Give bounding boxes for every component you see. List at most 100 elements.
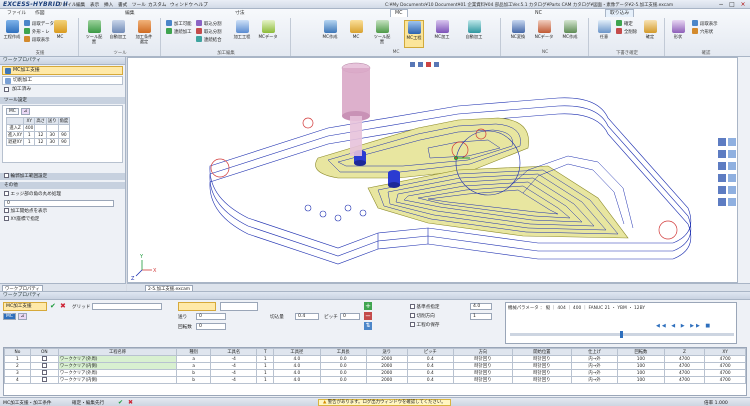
- view-cube-icon[interactable]: [728, 162, 736, 170]
- option-row[interactable]: 工程の保存: [410, 321, 439, 330]
- process-create-button[interactable]: 工程作成: [2, 20, 22, 39]
- status-check-icon[interactable]: ✔: [118, 399, 123, 406]
- view-cube-icon[interactable]: [718, 162, 726, 170]
- round-option[interactable]: エッジ部の角の丸め処理: [4, 191, 121, 199]
- feed-input[interactable]: 0: [196, 313, 226, 320]
- mc-data-button[interactable]: MCデータ: [258, 20, 278, 39]
- round-value-input[interactable]: 0: [4, 200, 114, 207]
- count2-input[interactable]: 1: [470, 313, 492, 320]
- view-icon-2[interactable]: [418, 62, 423, 67]
- view-cube-icon[interactable]: [718, 174, 726, 182]
- option-row[interactable]: 切削方向: [410, 312, 439, 321]
- table-row[interactable]: 2 ワーククリア(内側) a -4 1 4.0 0.0 2000 0.4 時計回り 時計回り 内→外 1…: [4, 362, 746, 370]
- status-cross-icon[interactable]: ✖: [128, 399, 133, 406]
- nc-output-button[interactable]: MC作成: [560, 20, 580, 39]
- machined-row[interactable]: 加工済み: [2, 86, 123, 95]
- option-row[interactable]: 基準点指定: [410, 303, 439, 312]
- check1-button[interactable]: 段取表示: [692, 20, 718, 27]
- mc-quick-button[interactable]: MC: [50, 20, 70, 39]
- row-checkbox[interactable]: [41, 370, 47, 375]
- mc-auto-button[interactable]: 自動加工: [464, 20, 484, 39]
- process2-button[interactable]: 加工工程: [232, 20, 252, 39]
- shape-check-button[interactable]: 形状: [668, 20, 688, 39]
- menu-edit[interactable]: 編集: [76, 2, 85, 8]
- tool-chip[interactable]: ⊿: [20, 108, 31, 115]
- mc-process-button[interactable]: MC工程: [404, 20, 424, 48]
- mc-create-button[interactable]: MC作成: [320, 20, 340, 39]
- import-split2-button[interactable]: 取込分割: [196, 28, 222, 35]
- round-checkbox[interactable]: [4, 191, 9, 196]
- tab-import[interactable]: 取り込み: [605, 9, 635, 17]
- view-cube-icon[interactable]: [718, 186, 726, 194]
- view-toolbar[interactable]: [410, 62, 439, 67]
- view-cube-icon[interactable]: [728, 174, 736, 182]
- menu-custom[interactable]: カスタム: [148, 2, 166, 8]
- option-checkbox[interactable]: [410, 313, 415, 318]
- any-button[interactable]: 任意: [594, 20, 614, 39]
- bottom-mc-button[interactable]: MC加工支援: [3, 302, 47, 311]
- condition-select-button[interactable]: 加工条件選定: [134, 20, 154, 44]
- table-row[interactable]: 進入Z 400: [5, 124, 71, 132]
- confirm-small-button[interactable]: 確定: [616, 20, 633, 27]
- mc-mode-chip[interactable]: MC: [3, 313, 16, 320]
- count-input[interactable]: 4.0: [470, 303, 492, 310]
- possible-button[interactable]: 加工可能: [166, 20, 192, 27]
- mc-setup-button[interactable]: MC: [346, 20, 366, 39]
- menu-help[interactable]: ヘルプ: [194, 2, 208, 8]
- view-cube-icon[interactable]: [728, 186, 736, 194]
- cut-row[interactable]: 切削加工: [2, 76, 123, 85]
- menu-insert[interactable]: 挿入: [104, 2, 113, 8]
- outline-button[interactable]: 外形・レ: [24, 28, 50, 35]
- row-checkbox[interactable]: [41, 363, 47, 368]
- feed-button-2[interactable]: [220, 302, 258, 311]
- row-checkbox[interactable]: [41, 356, 47, 361]
- nc-data-button[interactable]: NCデータ: [534, 20, 554, 39]
- nc-convert-button[interactable]: NC変換: [508, 20, 528, 39]
- add-row-icon[interactable]: +: [364, 302, 372, 310]
- machined-checkbox[interactable]: [4, 87, 9, 92]
- shape-chip[interactable]: ⊿: [17, 313, 28, 320]
- mode-chip[interactable]: MC: [6, 108, 19, 115]
- pitch-input[interactable]: 0: [340, 313, 360, 320]
- playback-thumb[interactable]: [620, 331, 623, 338]
- auto-cut-button[interactable]: 自動加工: [108, 20, 128, 39]
- view-cube-column[interactable]: [718, 138, 736, 206]
- view-cube-icon[interactable]: [718, 138, 726, 146]
- tab-mc[interactable]: MC: [390, 9, 408, 17]
- contour-checkbox[interactable]: [4, 173, 9, 178]
- menu-view[interactable]: 表示: [90, 2, 99, 8]
- menu-window[interactable]: ウィンドウ: [170, 2, 193, 8]
- draft-button[interactable]: 確定: [640, 20, 660, 39]
- tool-input[interactable]: [92, 303, 162, 310]
- depth-input[interactable]: 0.4: [295, 313, 319, 320]
- tab-nc[interactable]: NC: [530, 9, 547, 17]
- row-checkbox[interactable]: [41, 377, 47, 382]
- view-icon-3[interactable]: [426, 62, 431, 67]
- playback-slider[interactable]: [510, 331, 734, 338]
- xy-checkbox[interactable]: [4, 216, 9, 221]
- table-row[interactable]: 4 ワーククリア(内側) b -4 1 4.0 0.0 2000 0.4 時計回り 時計回り 内→外 1…: [4, 376, 746, 384]
- maximize-button[interactable]: □: [727, 1, 737, 8]
- cross-icon[interactable]: ✖: [60, 303, 66, 310]
- mc-cut-button[interactable]: MC加工: [432, 20, 452, 39]
- view-cube-icon[interactable]: [728, 138, 736, 146]
- menu-format[interactable]: 書式: [118, 2, 127, 8]
- start-point-checkbox[interactable]: [4, 208, 9, 213]
- table-row[interactable]: 1 ワーククリア(外周) a -4 1 4.0 0.0 2000 0.4 時計回り 時計回り 内→外 1…: [4, 355, 746, 363]
- table-row[interactable]: 退避XY 1 12 30 90: [5, 138, 71, 146]
- playback-controls[interactable]: ◀◀ ◀ ▶ ▶▶ ■: [656, 323, 712, 329]
- tab-dimension[interactable]: 寸法: [230, 9, 250, 17]
- table-row[interactable]: 3 ワーククリア(外周) b -4 1 4.0 0.0 2000 0.4 時計回り 時計回り 内→外 1…: [4, 369, 746, 377]
- menu-file[interactable]: ファイル: [58, 2, 76, 8]
- option-checkbox[interactable]: [410, 304, 415, 309]
- view-icon-1[interactable]: [410, 62, 415, 67]
- view-cube-icon[interactable]: [718, 150, 726, 158]
- check2-button[interactable]: 穴形状: [692, 28, 713, 35]
- move-row-icon[interactable]: ⇅: [364, 322, 372, 330]
- view-icon-4[interactable]: [434, 62, 439, 67]
- xy-option[interactable]: XY座標で指定: [4, 216, 121, 224]
- mc-support-button[interactable]: MC加工支援: [2, 66, 123, 75]
- cad-viewport[interactable]: X Y Z: [127, 57, 738, 283]
- right-scrollbar[interactable]: [738, 57, 750, 283]
- import-split-button[interactable]: 取込分割: [196, 20, 222, 27]
